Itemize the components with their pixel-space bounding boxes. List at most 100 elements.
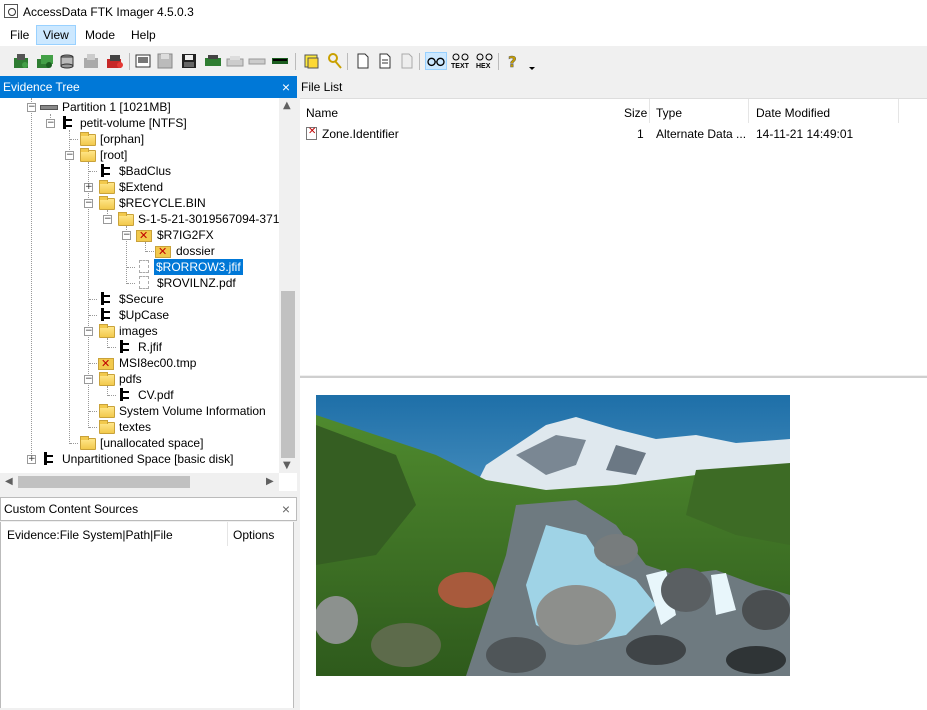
decrypt-ad1-icon[interactable] bbox=[248, 52, 266, 70]
create-custom-content-image-icon[interactable] bbox=[226, 52, 244, 70]
file-name-cell[interactable]: Zone.Identifier bbox=[322, 126, 399, 142]
evidence-tree-horizontal-scrollbar[interactable]: ◀ ▶ bbox=[0, 473, 279, 491]
tree-node-orphan[interactable]: [orphan] bbox=[0, 131, 279, 147]
tree-node-label: MSI8ec00.tmp bbox=[119, 356, 197, 370]
deleted-file-icon bbox=[139, 260, 149, 273]
tree-node-system-volume-information[interactable]: System Volume Information bbox=[0, 403, 279, 419]
scroll-right-icon[interactable]: ▶ bbox=[266, 476, 274, 487]
help-icon[interactable]: ? bbox=[504, 52, 522, 70]
obtain-protected-files-icon[interactable] bbox=[326, 52, 344, 70]
collapse-icon[interactable]: − bbox=[84, 375, 93, 384]
tree-node-label: $Secure bbox=[119, 292, 164, 306]
file-system-icon bbox=[98, 308, 110, 321]
scroll-down-icon[interactable]: ▼ bbox=[283, 460, 291, 471]
create-disk-image-icon[interactable] bbox=[134, 52, 152, 70]
column-divider[interactable] bbox=[748, 99, 749, 123]
app-icon bbox=[4, 4, 18, 18]
tree-node-sid-folder[interactable]: − S-1-5-21-3019567094-371339 bbox=[0, 211, 279, 227]
column-header-options[interactable]: Options bbox=[233, 528, 274, 542]
tree-node-root[interactable]: − [root] bbox=[0, 147, 279, 163]
tree-node-extend[interactable]: + $Extend bbox=[0, 179, 279, 195]
tree-node-badclus[interactable]: $BadClus bbox=[0, 163, 279, 179]
tree-guide bbox=[108, 347, 116, 348]
collapse-icon[interactable]: − bbox=[103, 215, 112, 224]
menu-view[interactable]: View bbox=[36, 25, 76, 45]
tree-node-recycle-bin[interactable]: − $RECYCLE.BIN bbox=[0, 195, 279, 211]
remove-all-evidence-icon[interactable] bbox=[106, 52, 124, 70]
tree-node-dossier[interactable]: dossier bbox=[0, 243, 279, 260]
verify-drive-icon[interactable] bbox=[271, 52, 289, 70]
scroll-up-icon[interactable]: ▲ bbox=[283, 100, 291, 111]
tree-node-partition-1[interactable]: − Partition 1 [1021MB] bbox=[0, 99, 279, 115]
file-system-icon bbox=[41, 452, 53, 465]
tree-node-r-jfif[interactable]: R.jfif bbox=[0, 339, 279, 355]
column-header-date-modified[interactable]: Date Modified bbox=[756, 102, 830, 124]
evidence-tree-vertical-scrollbar[interactable]: ▲ ▼ bbox=[279, 98, 297, 473]
collapse-icon[interactable]: − bbox=[84, 327, 93, 336]
file-system-icon bbox=[98, 164, 110, 177]
tree-node-upcase[interactable]: $UpCase bbox=[0, 307, 279, 323]
detect-efs-icon[interactable] bbox=[354, 52, 372, 70]
tree-node-rovilnz-pdf[interactable]: $ROVILNZ.pdf bbox=[0, 275, 279, 291]
tree-node-pdfs[interactable]: − pdfs bbox=[0, 371, 279, 387]
column-header-name[interactable]: Name bbox=[306, 102, 338, 124]
tree-node-images[interactable]: − images bbox=[0, 323, 279, 339]
folder-icon bbox=[99, 404, 115, 418]
text-viewer-icon[interactable]: TEXT bbox=[450, 52, 472, 70]
column-header-evidence-path[interactable]: Evidence:File System|Path|File bbox=[7, 528, 173, 542]
column-header-size[interactable]: Size bbox=[624, 102, 647, 124]
tree-node-petit-volume[interactable]: − petit-volume [NTFS] bbox=[0, 115, 279, 131]
tree-node-secure[interactable]: $Secure bbox=[0, 291, 279, 307]
add-all-evidence-icon[interactable] bbox=[36, 52, 54, 70]
tree-node-r7ig2fx[interactable]: − $R7IG2FX bbox=[0, 227, 279, 244]
tree-guide bbox=[127, 267, 135, 268]
tree-node-unallocated-space[interactable]: [unallocated space] bbox=[0, 435, 279, 451]
tree-node-rorrow3-jfif[interactable]: $RORROW3.jfif bbox=[0, 259, 279, 275]
export-files-icon[interactable] bbox=[376, 52, 394, 70]
collapse-icon[interactable]: − bbox=[65, 151, 74, 160]
export-disk-image-icon[interactable] bbox=[156, 52, 174, 70]
menu-mode[interactable]: Mode bbox=[79, 25, 121, 45]
toolbar-overflow-icon[interactable] bbox=[526, 52, 538, 70]
evidence-tree-close-icon[interactable]: × bbox=[279, 76, 293, 98]
image-mounting-icon[interactable] bbox=[58, 52, 76, 70]
column-divider[interactable] bbox=[227, 522, 228, 546]
tree-node-cv-pdf[interactable]: CV.pdf bbox=[0, 387, 279, 403]
menu-file[interactable]: File bbox=[4, 25, 35, 45]
column-header-type[interactable]: Type bbox=[656, 102, 682, 124]
scroll-left-icon[interactable]: ◀ bbox=[5, 476, 13, 487]
add-evidence-icon[interactable] bbox=[12, 52, 30, 70]
menu-help[interactable]: Help bbox=[125, 25, 162, 45]
remove-evidence-icon[interactable] bbox=[82, 52, 100, 70]
collapse-icon[interactable]: − bbox=[122, 231, 131, 240]
evidence-tree[interactable]: − Partition 1 [1021MB] − petit-volume [N… bbox=[0, 98, 279, 473]
auto-viewer-icon[interactable] bbox=[425, 52, 447, 70]
export-file-hash-list-icon[interactable] bbox=[398, 52, 416, 70]
expand-icon[interactable]: + bbox=[84, 183, 93, 192]
tree-node-label: dossier bbox=[176, 244, 215, 258]
expand-icon[interactable]: + bbox=[27, 455, 36, 464]
tree-node-textes[interactable]: textes bbox=[0, 419, 279, 435]
folder-open-icon bbox=[99, 196, 115, 210]
export-logical-image-icon[interactable] bbox=[180, 52, 198, 70]
tree-guide bbox=[89, 299, 97, 300]
collapse-icon[interactable]: − bbox=[27, 103, 36, 112]
scrollbar-thumb[interactable] bbox=[281, 291, 295, 458]
custom-content-close-icon[interactable]: × bbox=[279, 498, 293, 520]
column-divider[interactable] bbox=[898, 99, 899, 123]
tree-node-unpartitioned-space[interactable]: + Unpartitioned Space [basic disk] bbox=[0, 451, 279, 467]
collapse-icon[interactable]: − bbox=[46, 119, 55, 128]
folder-open-icon bbox=[99, 372, 115, 386]
collapse-icon[interactable]: − bbox=[84, 199, 93, 208]
deleted-folder-icon bbox=[155, 244, 171, 260]
tree-node-label: $ROVILNZ.pdf bbox=[157, 276, 236, 290]
capture-memory-icon[interactable] bbox=[303, 52, 321, 70]
scrollbar-thumb[interactable] bbox=[18, 476, 190, 488]
tree-node-msi8ec00-tmp[interactable]: MSI8ec00.tmp bbox=[0, 355, 279, 372]
add-to-custom-content-icon[interactable] bbox=[204, 52, 222, 70]
file-list-header: File List bbox=[298, 76, 927, 98]
column-divider[interactable] bbox=[649, 99, 650, 123]
file-content-viewer[interactable] bbox=[300, 376, 927, 710]
tree-node-label: R.jfif bbox=[138, 340, 162, 354]
hex-viewer-icon[interactable]: HEX bbox=[474, 52, 496, 70]
